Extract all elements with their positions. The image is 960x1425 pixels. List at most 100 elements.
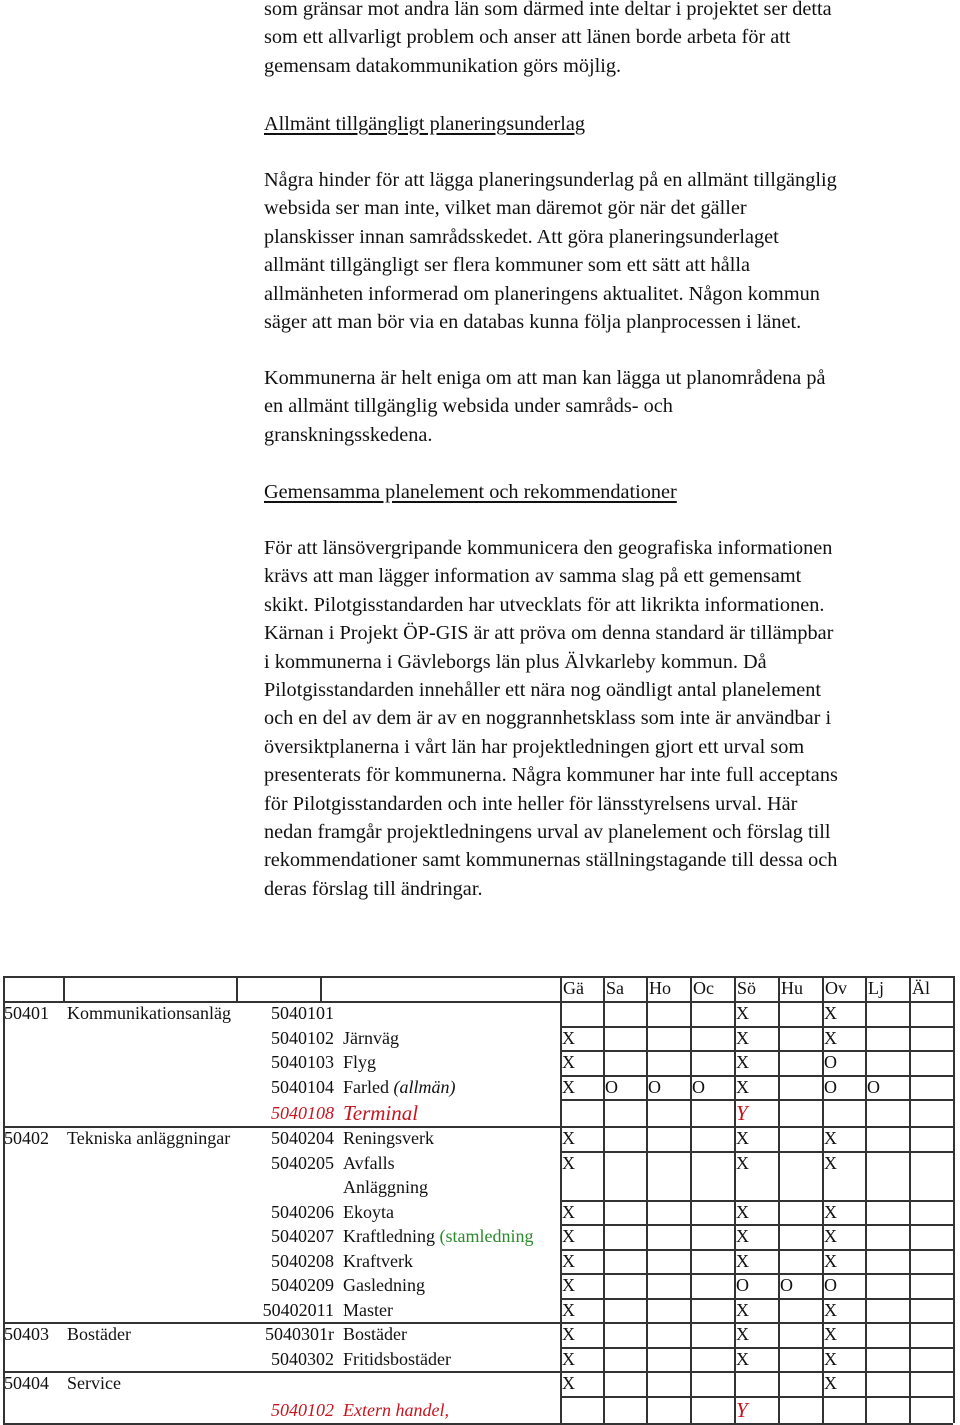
accept-mark: X <box>824 1027 837 1048</box>
grid-row-border <box>560 1322 953 1324</box>
column-header: Sö <box>737 978 757 998</box>
planelement-table: Gä Sa Ho Oc Sö Hu Ov Lj Äl 50401 Kommunikationsanl… <box>0 976 960 1425</box>
proposal-mark: Y <box>736 1397 748 1422</box>
element-name: Gasledning <box>343 1275 425 1295</box>
partial-mark: O <box>780 1275 793 1295</box>
accept-mark: X <box>562 1348 575 1369</box>
grid-row-border <box>560 1422 953 1425</box>
accept-mark: X <box>736 1052 749 1072</box>
accept-mark: X <box>562 1373 575 1393</box>
accept-mark: X <box>562 1076 575 1097</box>
element-name: Extern handel, <box>343 1399 449 1420</box>
text-line: som gränsar mot andra län som därmed int… <box>264 0 832 20</box>
text-line: allmänheten informerad om planeringens a… <box>264 282 820 305</box>
text-line: säger att man bör via en databas kunna f… <box>264 311 802 334</box>
grid-row-border <box>560 1126 953 1128</box>
element-name: Farled <box>343 1076 389 1097</box>
element-note: (stamledning <box>434 1226 534 1246</box>
element-code: 5040101 <box>271 1003 334 1023</box>
partial-mark: O <box>692 1076 705 1097</box>
group-name: Bostäder <box>67 1324 131 1344</box>
accept-mark: X <box>736 1076 749 1097</box>
text-line: Kärnan i Projekt ÖP-GIS är att pröva om … <box>264 622 834 645</box>
text-line: översiktplanerna i vårt län har projektl… <box>264 735 805 758</box>
column-header: Oc <box>693 978 714 998</box>
section-heading-planelement: Gemensamma planelement och rekommendatio… <box>264 478 960 506</box>
group-name: Kommunikationsanläg <box>67 1003 231 1023</box>
grid-row-border <box>560 1371 953 1373</box>
partial-mark: O <box>824 1076 837 1097</box>
partial-mark: O <box>824 1275 837 1295</box>
accept-mark: X <box>824 1250 837 1271</box>
accept-mark: X <box>824 1128 837 1148</box>
element-code: 5040208 <box>271 1250 334 1271</box>
accept-mark: X <box>562 1299 575 1320</box>
paragraph-kommunerna: Kommunerna är helt eniga om att man kan … <box>264 364 960 449</box>
group-name: Tekniska anläggningar <box>67 1128 231 1148</box>
accept-mark: X <box>736 1128 749 1148</box>
text-line: planskisser innan samrådsskedet. Att gör… <box>264 225 779 248</box>
element-code: 5040102 <box>271 1399 334 1420</box>
header-divider <box>320 976 322 1001</box>
text-line: en allmänt tillgänglig websida under sam… <box>264 395 673 418</box>
element-name: Terminal <box>343 1101 419 1125</box>
accept-mark: X <box>562 1226 575 1246</box>
grid-row-border <box>560 1074 953 1077</box>
text-line: Kommunerna är helt eniga om att man kan … <box>264 367 826 389</box>
accept-mark: X <box>736 1226 749 1246</box>
text-line: websida ser man inte, vilket man däremot… <box>264 197 747 220</box>
section-heading-planeringsunderlag: Allmänt tillgängligt planeringsunderlag <box>264 110 960 138</box>
heading-text: Gemensamma planelement och rekommendatio… <box>264 481 677 503</box>
accept-mark: X <box>736 1027 749 1048</box>
paragraph-hinder: Några hinder för att lägga planeringsund… <box>264 166 960 336</box>
accept-mark: X <box>562 1052 575 1072</box>
column-header: Lj <box>868 978 884 998</box>
accept-mark: X <box>736 1201 749 1222</box>
accept-mark: X <box>824 1201 837 1222</box>
group-code: 50403 <box>4 1324 49 1344</box>
text-line: För att länsövergripande kommunicera den… <box>264 537 833 559</box>
partial-mark: O <box>824 1052 837 1072</box>
column-header: Äl <box>912 978 930 998</box>
text-line: Några hinder för att lägga planeringsund… <box>264 169 837 191</box>
element-name: Master <box>343 1299 393 1320</box>
text-line: nedan framgår projektledningens urval av… <box>264 821 831 844</box>
element-note: (allmän) <box>388 1076 456 1097</box>
grid-row-border <box>560 1199 953 1202</box>
accept-mark: X <box>736 1250 749 1271</box>
accept-mark: X <box>562 1275 575 1295</box>
element-name: Flyg <box>343 1052 377 1072</box>
grid-row-border <box>560 1050 953 1052</box>
accept-mark: X <box>562 1152 575 1173</box>
element-name-line2: Anläggning <box>343 1177 428 1197</box>
element-code: 5040207 <box>271 1226 334 1246</box>
accept-mark: X <box>824 1152 837 1173</box>
accept-mark: X <box>736 1299 749 1320</box>
element-code: 5040205 <box>271 1152 334 1173</box>
element-name: Kraftledning <box>343 1226 435 1246</box>
column-header: Hu <box>781 978 803 998</box>
accept-mark: X <box>562 1201 575 1222</box>
text-line: skikt. Pilotgisstandarden har utvecklats… <box>264 593 825 616</box>
text-line: krävs att man lägger information av samm… <box>264 565 802 588</box>
grid-row-border <box>560 1099 953 1101</box>
text-line: och en del av dem är av en noggrannhetsk… <box>264 707 832 730</box>
element-code: 5040206 <box>271 1201 334 1222</box>
header-divider <box>236 976 238 1001</box>
text-line: gemensam datakommunikation görs möjlig. <box>264 54 622 77</box>
accept-mark: X <box>736 1348 749 1369</box>
grid-row-border <box>560 1150 953 1153</box>
column-header: Ov <box>825 978 847 998</box>
group-code: 50402 <box>4 1128 49 1148</box>
accept-mark: X <box>736 1324 749 1344</box>
group-code: 50401 <box>4 1003 49 1023</box>
element-name-with-note: Farled (allmän) <box>343 1076 455 1098</box>
partial-mark: O <box>736 1275 749 1295</box>
accept-mark: X <box>824 1226 837 1246</box>
accept-mark: X <box>562 1324 575 1344</box>
element-code: 5040204 <box>271 1128 334 1148</box>
grid-column-border <box>953 976 955 1423</box>
partial-mark: O <box>605 1076 618 1097</box>
element-code: 5040102 <box>271 1027 334 1048</box>
element-name: Reningsverk <box>343 1128 434 1148</box>
